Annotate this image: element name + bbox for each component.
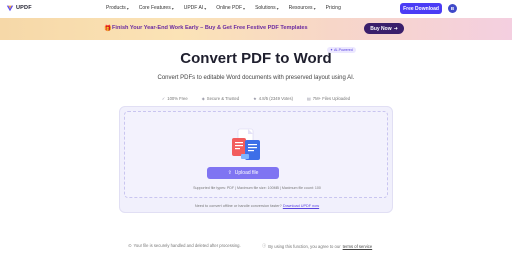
menu-label: Products	[106, 5, 126, 11]
feature-label: 7M+ Files Uploaded	[312, 96, 351, 101]
free-download-button[interactable]: Free Download	[400, 3, 442, 14]
feature-item: ★ 4.8/5 (2349 Votes)	[253, 96, 293, 101]
menu-item-solutions[interactable]: Solutions ▾	[255, 5, 279, 11]
menu-item-updf-ai[interactable]: UPDF AI ▾	[184, 5, 206, 11]
menu-label: Core Features	[138, 5, 171, 11]
chevron-down-icon: ▾	[204, 5, 207, 11]
offline-note: Need to convert offline or handle conver…	[120, 204, 394, 208]
terms-of-service-link[interactable]: terms of service	[343, 244, 373, 249]
upload-label: Upload file	[234, 170, 259, 176]
logo[interactable]: UPDF	[6, 4, 32, 12]
terms-note: ⓘ By using this function, you agree to o…	[262, 243, 372, 249]
menu-item-core-features[interactable]: Core Features ▾	[139, 5, 174, 11]
menu-label: Pricing	[325, 5, 341, 11]
file-icon: ▤	[306, 96, 311, 101]
feature-label: 4.8/5 (2349 Votes)	[258, 96, 293, 101]
info-icon: ⓘ	[262, 243, 267, 248]
updf-logo-icon	[6, 5, 14, 12]
avatar[interactable]: B	[448, 4, 457, 13]
badge-label: AI-Powered	[334, 48, 353, 52]
download-updf-link[interactable]: Download UPDF now	[283, 204, 319, 208]
offline-text: Need to convert offline or handle conver…	[194, 204, 282, 208]
arrow-right-icon: ➜	[393, 25, 398, 32]
security-note: ⊙ Your file is securely handled and dele…	[128, 243, 241, 248]
menu-item-products[interactable]: Products ▾	[106, 5, 129, 11]
chevron-down-icon: ▾	[313, 5, 316, 11]
feature-label: 100% Free	[167, 96, 188, 101]
shield-icon: ◈	[201, 96, 205, 101]
chevron-down-icon: ▾	[171, 5, 174, 11]
feature-list: ✓ 100% Free ◈ Secure & Trusted ★ 4.8/5 (234…	[0, 96, 512, 101]
chevron-down-icon: ▾	[126, 5, 129, 11]
logo-text: UPDF	[16, 5, 32, 11]
security-note-text: Your file is securely handled and delete…	[133, 243, 241, 248]
menu-label: UPDF AI	[183, 5, 204, 11]
upload-panel: ⇪ Upload file Supported file types: PDF …	[119, 106, 393, 213]
buy-now-label: Buy Now	[370, 25, 392, 32]
feature-label: Secure & Trusted	[206, 96, 240, 101]
file-dropzone[interactable]: ⇪ Upload file Supported file types: PDF …	[124, 111, 388, 198]
upload-icon: ⇪	[227, 170, 232, 176]
terms-prefix: By using this function, you agree to our	[268, 243, 341, 249]
menu-label: Resources	[288, 5, 313, 11]
buy-now-button[interactable]: Buy Now ➜	[364, 23, 404, 34]
top-nav: UPDF Products ▾ Core Features ▾ UPDF AI ▾ O…	[0, 0, 512, 18]
star-icon: ★	[253, 96, 257, 101]
check-icon: ✓	[161, 96, 166, 101]
menu-label: Solutions	[255, 5, 276, 11]
chevron-down-icon: ▾	[243, 5, 246, 11]
feature-item: ✓ 100% Free	[162, 96, 188, 101]
page-subtitle: Convert PDFs to editable Word documents …	[157, 75, 355, 81]
pdf-to-word-icon	[232, 128, 260, 160]
gift-icon: 🎁	[104, 26, 112, 32]
promo-banner[interactable]: 🎁 Finish Your Year-End Work Early – Buy …	[0, 18, 512, 40]
chevron-down-icon: ▾	[276, 5, 279, 11]
menu-item-pricing[interactable]: Pricing	[326, 5, 341, 11]
upload-limits: Supported file types: PDF | Maximum file…	[193, 186, 321, 190]
banner-text: Finish Your Year-End Work Early – Buy & …	[112, 25, 308, 31]
upload-file-button[interactable]: ⇪ Upload file	[207, 167, 279, 179]
menu-item-resources[interactable]: Resources ▾	[289, 5, 316, 11]
sparkle-icon: ✦	[330, 48, 334, 52]
feature-item: ▤ 7M+ Files Uploaded	[307, 96, 350, 101]
menu-label: Online PDF	[216, 5, 243, 11]
main-menu: Products ▾ Core Features ▾ UPDF AI ▾ Online…	[106, 5, 341, 11]
page-title: Convert PDF to Word	[180, 50, 332, 67]
lock-icon: ⊙	[128, 243, 132, 248]
menu-item-online-pdf[interactable]: Online PDF ▾	[216, 5, 245, 11]
feature-item: ◈ Secure & Trusted	[202, 96, 239, 101]
page: UPDF Products ▾ Core Features ▾ UPDF AI ▾ O…	[0, 0, 512, 260]
ai-powered-badge: ✦ AI-Powered	[327, 47, 356, 53]
